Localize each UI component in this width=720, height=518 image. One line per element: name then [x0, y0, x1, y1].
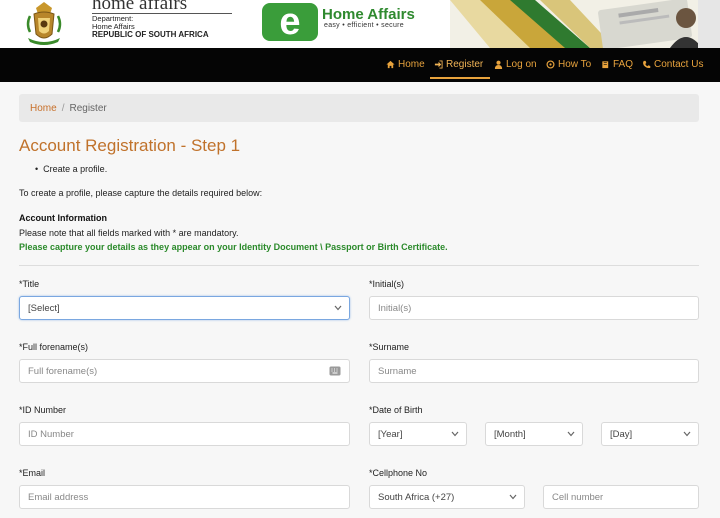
e-home-affairs-logo: e	[262, 1, 318, 43]
forename-label: *Full forename(s)	[19, 342, 89, 352]
active-nav-indicator	[430, 77, 490, 79]
page-title: Account Registration - Step 1	[19, 136, 241, 155]
surname-input[interactable]: Surname	[369, 359, 699, 383]
chevron-down-icon	[683, 431, 691, 437]
coat-of-arms-icon	[26, 2, 62, 45]
intro-text: To create a profile, please capture the …	[19, 188, 263, 198]
section-heading: Account Information	[19, 213, 107, 223]
dob-month-value: [Month]	[494, 429, 526, 440]
nav-register[interactable]: Register	[434, 59, 483, 70]
chevron-down-icon	[567, 431, 575, 437]
nav-home[interactable]: Home	[386, 59, 425, 70]
surname-label: *Surname	[369, 342, 410, 352]
nav-how-to-label: How To	[558, 59, 592, 70]
cell-number-placeholder: Cell number	[552, 492, 604, 503]
surname-placeholder: Surname	[378, 366, 417, 377]
book-icon	[602, 61, 609, 69]
section-divider	[19, 265, 699, 266]
breadcrumb-separator: /	[61, 103, 65, 114]
nav-how-to[interactable]: How To	[546, 59, 591, 70]
nav-faq[interactable]: FAQ	[601, 59, 633, 70]
sign-in-icon	[434, 60, 443, 69]
id-number-label: *ID Number	[19, 405, 67, 415]
nav-log-on[interactable]: Log on	[494, 59, 537, 70]
logo-title: Home Affairs	[322, 6, 415, 23]
chevron-down-icon	[334, 305, 342, 311]
title-select[interactable]: [Select]	[19, 296, 350, 320]
email-label: *Email	[19, 468, 46, 478]
capture-note: Please capture your details as they appe…	[19, 242, 448, 252]
nav-contact-us[interactable]: Contact Us	[642, 59, 703, 70]
dept-line-3: REPUBLIC OF SOUTH AFRICA	[92, 30, 209, 39]
step-bullet: Create a profile.	[35, 164, 107, 174]
logo-tagline: easy • efficient • secure	[324, 22, 404, 29]
page-content: Home / Register Account Registration - Ste…	[0, 82, 720, 518]
cell-number-input[interactable]: Cell number	[543, 485, 699, 509]
dob-day-select[interactable]: [Day]	[601, 422, 699, 446]
breadcrumb: Home / Register	[19, 94, 699, 122]
banner-artwork	[450, 0, 720, 48]
dob-day-value: [Day]	[610, 429, 633, 440]
id-number-placeholder: ID Number	[28, 429, 74, 440]
breadcrumb-home-link[interactable]: Home	[30, 103, 57, 114]
nav-register-label: Register	[446, 59, 484, 70]
forename-placeholder: Full forename(s)	[28, 366, 98, 377]
title-select-value: [Select]	[28, 303, 60, 314]
id-number-input[interactable]: ID Number	[19, 422, 350, 446]
chevron-down-icon	[451, 431, 459, 437]
dob-year-value: [Year]	[378, 429, 403, 440]
brand-word: home affairs	[92, 0, 188, 14]
cellphone-label: *Cellphone No	[369, 468, 428, 478]
phone-icon	[643, 60, 651, 69]
circle-icon	[546, 60, 555, 69]
dob-month-select[interactable]: [Month]	[485, 422, 583, 446]
breadcrumb-current: Register	[69, 103, 107, 114]
title-label: *Title	[19, 279, 40, 289]
nav-home-label: Home	[398, 59, 425, 70]
site-banner: home affairs Department: Home Affairs RE…	[0, 0, 720, 48]
department-wordmark: home affairs Department: Home Affairs RE…	[92, 0, 237, 46]
mandatory-note: Please note that all fields marked with …	[19, 228, 239, 238]
logo-letter: e	[279, 1, 301, 43]
keyboard-icon[interactable]	[329, 366, 341, 376]
main-navbar: Home Register Log on How To FAQ Contact …	[0, 48, 720, 82]
nav-log-on-label: Log on	[506, 59, 537, 70]
chevron-down-icon	[509, 494, 517, 500]
cell-country-select[interactable]: South Africa (+27)	[369, 485, 525, 509]
cell-country-value: South Africa (+27)	[378, 492, 455, 503]
initials-label: *Initial(s)	[369, 279, 405, 289]
dob-year-select[interactable]: [Year]	[369, 422, 467, 446]
user-icon	[494, 60, 503, 69]
email-input[interactable]: Email address	[19, 485, 350, 509]
dob-label: *Date of Birth	[369, 405, 423, 415]
forename-input[interactable]: Full forename(s)	[19, 359, 350, 383]
initials-placeholder: Initial(s)	[378, 303, 412, 314]
initials-input[interactable]: Initial(s)	[369, 296, 699, 320]
nav-contact-us-label: Contact Us	[654, 59, 704, 70]
nav-faq-label: FAQ	[613, 59, 634, 70]
home-icon	[386, 60, 395, 69]
email-placeholder: Email address	[28, 492, 89, 503]
